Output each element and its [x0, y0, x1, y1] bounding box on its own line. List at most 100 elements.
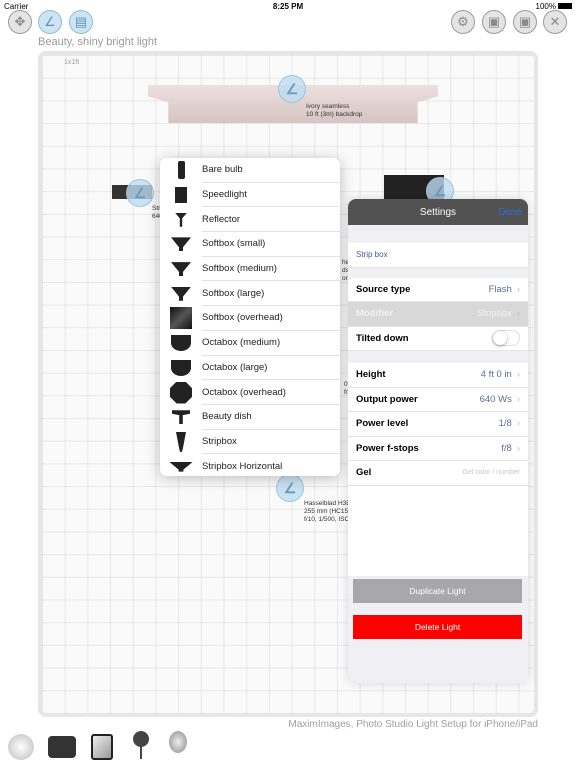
row-value: Flash — [488, 283, 512, 295]
stripbox-horizontal-icon — [160, 461, 202, 472]
modifier-row[interactable]: Modifier Stripbox › — [348, 302, 528, 327]
menu-item-label: Beauty dish — [202, 405, 340, 430]
menu-item-softbox-large[interactable]: Softbox (large) — [160, 281, 340, 307]
settings-panel: Settings Done Strip box Source type Flash ›… — [348, 199, 528, 683]
menu-item-stripbox[interactable]: Stripbox — [160, 430, 340, 455]
light-head — [133, 731, 149, 747]
bare-bulb-icon — [160, 161, 202, 180]
grid-label: 1x1ft — [64, 59, 80, 66]
reflector-panel-icon[interactable] — [91, 734, 113, 760]
softbox-icon — [160, 237, 202, 252]
menu-item-softbox-small[interactable]: Softbox (small) — [160, 232, 340, 257]
softbox-icon — [160, 286, 202, 301]
settings-header: Settings Done — [348, 199, 528, 225]
octabox-overhead-icon — [160, 381, 202, 404]
menu-item-softbox-medium[interactable]: Softbox (medium) — [160, 257, 340, 282]
row-label: Gel — [356, 467, 372, 479]
octabox-icon — [160, 335, 202, 352]
row-value: f/8 — [501, 442, 512, 454]
row-label: Power f-stops — [356, 442, 419, 454]
backdrop-light-icon[interactable]: ∠ — [278, 75, 306, 103]
height-row[interactable]: Height 4 ft 0 in › — [348, 363, 528, 388]
menu-item-label: Octabox (medium) — [202, 331, 340, 356]
label-line: Hasselblad H3D — [304, 500, 351, 507]
menu-item-stripbox-horizontal[interactable]: Stripbox Horizontal — [160, 454, 340, 476]
label-line: f/10, 1/500, ISC — [304, 516, 350, 523]
octabox-shape — [171, 335, 191, 352]
light-name-field[interactable]: Strip box — [348, 243, 528, 268]
gel-row: Gel Gel color / number — [348, 461, 528, 486]
softbox-overhead-icon — [160, 307, 202, 330]
reflector-icon — [160, 212, 202, 227]
delete-light-button[interactable]: Delete Light — [353, 615, 522, 639]
menu-item-octabox-large[interactable]: Octabox (large) — [160, 356, 340, 381]
softbox-overhead-shape — [170, 307, 192, 330]
menu-item-bare-bulb[interactable]: Bare bulb — [160, 158, 340, 183]
gel-input[interactable]: Gel color / number — [462, 469, 520, 476]
light-icon[interactable]: ∠ — [38, 10, 62, 34]
menu-item-label: Reflector — [202, 207, 340, 233]
model-head-icon[interactable] — [169, 731, 191, 761]
stripbox-icon — [160, 431, 202, 452]
row-value: 1/8 — [498, 418, 512, 430]
softbox-icon — [160, 262, 202, 277]
menu-item-label: Softbox (medium) — [202, 257, 340, 282]
beauty-dish-shape — [172, 410, 190, 425]
head — [169, 731, 187, 753]
move-icon[interactable]: ✥ — [8, 10, 32, 34]
chevron-right-icon: › — [516, 442, 520, 454]
menu-item-softbox-overhead[interactable]: Softbox (overhead) — [160, 306, 340, 331]
camera-marker-icon[interactable]: ∠ — [276, 474, 304, 502]
stripbox-horizontal-shape — [169, 461, 193, 472]
output-power-row[interactable]: Output power 640 Ws › — [348, 387, 528, 412]
row-label: Tilted down — [356, 332, 409, 344]
menu-item-label: Octabox (overhead) — [202, 380, 340, 405]
menu-item-octabox-medium[interactable]: Octabox (medium) — [160, 331, 340, 356]
chevron-right-icon: › — [516, 393, 520, 405]
chevron-right-icon: › — [516, 283, 520, 295]
menu-item-beauty-dish[interactable]: Beauty dish — [160, 405, 340, 430]
octabox-overhead-shape — [170, 381, 192, 404]
reflector-shape — [175, 212, 187, 227]
tilted-down-toggle[interactable] — [492, 330, 520, 347]
close-icon[interactable]: ✕ — [543, 10, 567, 34]
row-label: Power level — [356, 418, 409, 430]
row-label: Source type — [356, 283, 411, 295]
menu-item-label: Speedlight — [202, 183, 340, 208]
preview-icon[interactable]: ▤ — [69, 10, 93, 34]
row-value: 640 Ws — [479, 393, 512, 405]
power-level-row[interactable]: Power level 1/8 › — [348, 412, 528, 437]
light-stand-icon[interactable] — [133, 731, 151, 761]
duplicate-light-button[interactable]: Duplicate Light — [353, 579, 522, 603]
save-as-icon[interactable]: ▣ — [513, 10, 537, 34]
chevron-right-icon: › — [516, 418, 520, 430]
softbox-shape — [171, 286, 191, 301]
speedlight-shape — [175, 187, 187, 204]
left-light-icon[interactable]: ∠ — [126, 179, 154, 207]
speedlight-icon — [160, 187, 202, 204]
stripbox-shape — [176, 431, 186, 452]
backdrop-label-line: Ivory seamless — [306, 103, 350, 110]
row-label: Height — [356, 369, 386, 381]
backdrop-icon[interactable] — [8, 734, 34, 760]
softbox-shape — [171, 262, 191, 277]
menu-item-speedlight[interactable]: Speedlight — [160, 183, 340, 208]
row-value: 4 ft 0 in — [480, 369, 512, 381]
gear-icon[interactable]: ⚙ — [451, 10, 475, 34]
label-line: 255 mm (HC15 — [304, 508, 349, 515]
menu-item-octabox-overhead[interactable]: Octabox (overhead) — [160, 380, 340, 405]
row-label: Modifier — [356, 308, 393, 320]
source-type-row[interactable]: Source type Flash › — [348, 277, 528, 302]
save-icon[interactable]: ▣ — [482, 10, 506, 34]
battery-icon — [558, 3, 572, 9]
backdrop-label-line: 10 ft (3m) backdrop — [306, 111, 363, 118]
camera-label: Hasselblad H3D 255 mm (HC15 f/10, 1/500, I… — [304, 500, 351, 524]
camera-icon[interactable] — [48, 736, 76, 758]
octabox-icon — [160, 359, 202, 376]
done-button[interactable]: Done — [498, 207, 522, 218]
menu-item-reflector[interactable]: Reflector — [160, 207, 340, 233]
softbox-shape — [171, 237, 191, 252]
scene-title: Beauty, shiny bright light — [38, 36, 158, 48]
menu-item-label: Octabox (large) — [202, 356, 340, 381]
power-fstops-row[interactable]: Power f-stops f/8 › — [348, 436, 528, 461]
